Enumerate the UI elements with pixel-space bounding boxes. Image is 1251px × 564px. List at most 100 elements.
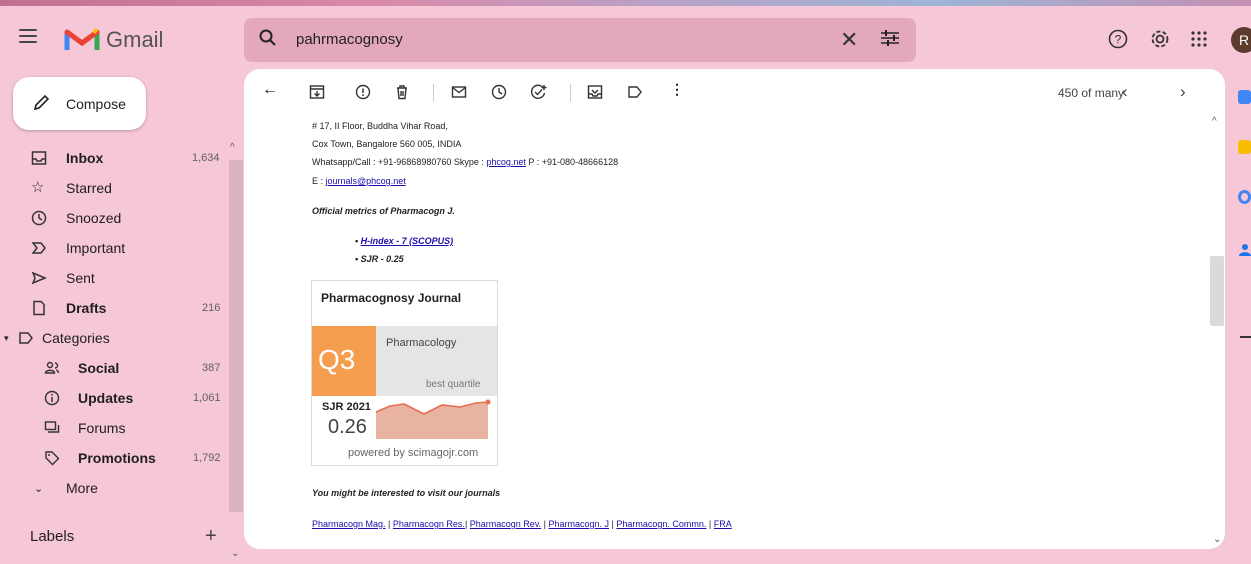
- gear-icon[interactable]: [1149, 28, 1171, 55]
- journal-link[interactable]: Pharmacogn Res.: [393, 519, 465, 529]
- sidebar-item-label: Sent: [66, 270, 95, 286]
- sidebar-item-label: Drafts: [66, 300, 107, 316]
- search-options-icon[interactable]: [880, 29, 900, 52]
- avatar[interactable]: R: [1231, 27, 1251, 53]
- sidebar-item-categories[interactable]: ▾ Categories: [0, 323, 228, 353]
- panel-divider: [1240, 336, 1251, 338]
- sidebar-item-more[interactable]: ⌄ More: [0, 473, 228, 503]
- scroll-down-icon[interactable]: ⌄: [231, 548, 239, 559]
- search-icon[interactable]: [259, 29, 277, 52]
- more-vert-icon[interactable]: ⋮: [670, 81, 684, 98]
- journal-links: Pharmacogn Mag. | Pharmacogn Res.| Pharm…: [312, 519, 732, 529]
- pagination-text: 450 of many: [1058, 86, 1125, 100]
- sidebar-item-label: Starred: [66, 180, 112, 196]
- sidebar-item-sent[interactable]: Sent: [0, 263, 228, 293]
- sidebar-item-label: Updates: [78, 390, 134, 406]
- main-menu-icon[interactable]: [19, 29, 37, 43]
- apps-grid-icon[interactable]: [1191, 31, 1207, 52]
- journal-link[interactable]: Pharmacogn Rev.: [470, 519, 541, 529]
- clock-icon: [31, 210, 47, 226]
- draft-icon: [33, 300, 45, 316]
- inbox-icon: [31, 151, 47, 165]
- journal-link[interactable]: Pharmacogn Mag.: [312, 519, 386, 529]
- label-icon: [19, 332, 33, 344]
- contact-prefix: Whatsapp/Call : +91-96868980760 Skype :: [312, 157, 487, 167]
- important-icon: [31, 242, 46, 254]
- sidebar-item-important[interactable]: Important: [0, 233, 228, 263]
- archive-icon[interactable]: [309, 84, 325, 100]
- calendar-icon[interactable]: [1238, 90, 1251, 104]
- unread-count: 387: [202, 362, 221, 374]
- contact-line: Whatsapp/Call : +91-96868980760 Skype : …: [312, 157, 618, 167]
- h-index-link[interactable]: H-index - 7 (SCOPUS): [361, 236, 454, 246]
- mark-unread-icon[interactable]: [451, 84, 467, 100]
- help-icon[interactable]: ?: [1108, 29, 1128, 54]
- journal-link[interactable]: Pharmacogn. Commn.: [616, 519, 706, 529]
- skype-link[interactable]: phcog.net: [486, 157, 526, 167]
- sidebar-item-label: Promotions: [78, 450, 156, 466]
- chevron-left-icon[interactable]: ‹: [1122, 82, 1128, 102]
- app-name: Gmail: [106, 27, 164, 52]
- sidebar-item-inbox[interactable]: Inbox 1,634: [0, 143, 228, 173]
- sidebar-item-label: Inbox: [66, 150, 104, 166]
- powered-by-label: powered by scimagojr.com: [348, 447, 479, 459]
- email-link[interactable]: journals@phcog.net: [326, 176, 406, 186]
- report-spam-icon[interactable]: [355, 84, 371, 100]
- keep-icon[interactable]: [1238, 140, 1251, 154]
- back-arrow-icon[interactable]: ←: [262, 81, 278, 99]
- move-to-icon[interactable]: [587, 84, 603, 100]
- tasks-icon[interactable]: [1238, 190, 1251, 204]
- gmail-logo-icon[interactable]: [64, 26, 100, 57]
- info-icon: [44, 390, 60, 406]
- sidebar-item-updates[interactable]: Updates 1,061: [0, 383, 228, 413]
- email-prefix: E :: [312, 176, 326, 186]
- send-icon: [31, 271, 47, 285]
- sidebar-item-starred[interactable]: ☆ Starred: [0, 173, 228, 203]
- star-icon: ☆: [31, 179, 45, 196]
- people-icon: [44, 361, 60, 374]
- sidebar-item-label: Snoozed: [66, 210, 122, 226]
- contact-suffix: P : +91-080-48666128: [525, 157, 619, 167]
- sidebar-item-snoozed[interactable]: Snoozed: [0, 203, 228, 233]
- sidebar-scrollbar[interactable]: [229, 160, 243, 512]
- quartile-value: Q3: [318, 344, 356, 375]
- search-input[interactable]: pahrmacognosy: [296, 31, 403, 48]
- add-task-icon[interactable]: [530, 84, 548, 100]
- journal-link[interactable]: Pharmacogn. J: [549, 519, 610, 529]
- address-line: Cox Town, Bangalore 560 005, INDIA: [312, 139, 462, 149]
- unread-count: 1,634: [192, 152, 220, 164]
- sidebar-item-promotions[interactable]: Promotions 1,792: [0, 443, 228, 473]
- sidebar-item-forums[interactable]: Forums: [0, 413, 228, 443]
- trash-icon[interactable]: [394, 84, 410, 100]
- label-icon[interactable]: [627, 84, 643, 100]
- email-scrollbar[interactable]: [1210, 256, 1224, 326]
- best-quartile-label: best quartile: [426, 379, 481, 390]
- sidebar-item-social[interactable]: Social 387: [0, 353, 228, 383]
- sidebar-item-label: Important: [66, 240, 126, 256]
- toolbar-divider: [433, 84, 434, 102]
- unread-count: 1,792: [193, 452, 221, 464]
- contacts-icon[interactable]: [1238, 243, 1251, 257]
- sidebar-item-drafts[interactable]: Drafts 216: [0, 293, 228, 323]
- pencil-icon: [32, 94, 50, 117]
- journal-link[interactable]: FRA: [714, 519, 732, 529]
- scroll-down-icon[interactable]: ⌄: [1213, 534, 1221, 545]
- scroll-up-icon[interactable]: ^: [230, 142, 235, 153]
- sjr-year-label: SJR 2021: [322, 401, 371, 413]
- metric-item: • H-index - 7 (SCOPUS): [355, 236, 454, 246]
- metrics-heading: Official metrics of Pharmacogn J.: [312, 206, 455, 216]
- unread-count: 216: [202, 302, 221, 314]
- badge-title: Pharmacognosy Journal: [321, 291, 462, 305]
- chevron-right-icon[interactable]: ›: [1180, 82, 1186, 102]
- unread-count: 1,061: [193, 392, 221, 404]
- sjr-value: 0.26: [328, 416, 367, 438]
- close-icon[interactable]: ✕: [840, 27, 858, 53]
- sjr-metric: SJR - 0.25: [360, 254, 404, 264]
- category-label: Pharmacology: [386, 337, 457, 349]
- sidebar-item-label: Forums: [78, 420, 126, 436]
- add-label-button[interactable]: +: [205, 525, 217, 548]
- email-line: E : journals@phcog.net: [312, 176, 406, 186]
- svg-text:?: ?: [1115, 33, 1122, 47]
- scroll-up-icon[interactable]: ^: [1212, 116, 1217, 127]
- snooze-icon[interactable]: [491, 84, 507, 100]
